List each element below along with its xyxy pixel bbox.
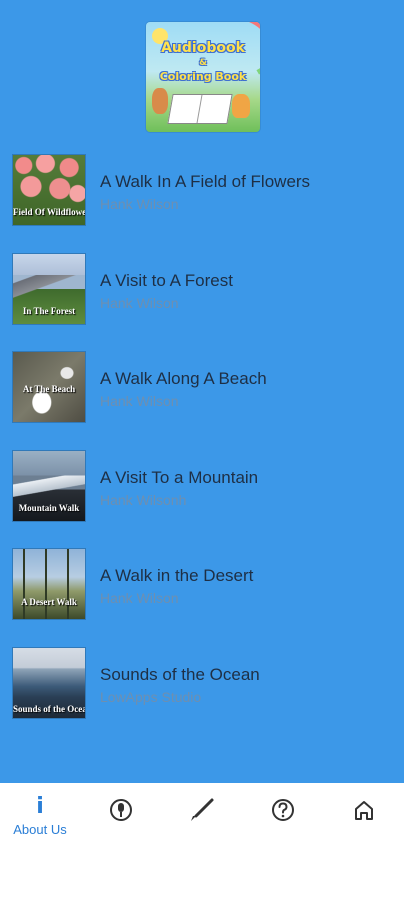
info-icon: i <box>36 794 44 819</box>
book-thumbnail: In The Forest <box>13 254 85 324</box>
book-author: LowApps Studio <box>100 689 202 705</box>
book-thumbnail: A Desert Walk <box>13 549 85 619</box>
app-logo: Audiobook & Coloring Book <box>146 22 260 132</box>
nav-home[interactable] <box>324 783 404 843</box>
logo-deer <box>152 88 168 114</box>
book-thumbnail: Sounds of the Ocean <box>13 648 85 718</box>
help-icon <box>243 797 323 823</box>
thumbnail-caption: At The Beach <box>22 384 76 394</box>
logo-title-line3: Coloring Book <box>159 70 247 83</box>
thumbnail-caption: Mountain Walk <box>18 503 80 513</box>
book-item-flowers[interactable]: Field Of Wildflowers A Walk In A Field o… <box>0 150 404 230</box>
book-title: A Visit To a Mountain <box>100 468 259 487</box>
book-item-forest[interactable]: In The Forest A Visit to A Forest Hank W… <box>0 249 404 329</box>
main-content: Audiobook & Coloring Book Field Of Wildf… <box>0 0 404 783</box>
book-author: Hank Wilson <box>100 196 179 212</box>
nav-about-us[interactable]: i About Us <box>0 783 80 843</box>
book-title: A Walk In A Field of Flowers <box>100 172 311 191</box>
book-item-desert[interactable]: A Desert Walk A Walk in the Desert Hank … <box>0 544 404 624</box>
book-thumbnail: At The Beach <box>13 352 85 422</box>
book-author: Hank Wilson <box>100 393 179 409</box>
logo-title-line1: Audiobook <box>161 40 245 56</box>
nav-help[interactable] <box>243 783 323 843</box>
logo-book <box>167 94 233 124</box>
logo-cat <box>232 94 250 118</box>
logo-title-line2: & <box>199 58 207 68</box>
book-author: Hank Wilson <box>100 590 179 606</box>
paintbrush-icon <box>162 797 242 823</box>
book-thumbnail: Mountain Walk <box>13 451 85 521</box>
nav-about-us-label: About Us <box>13 822 67 837</box>
book-author: Hank Wilson <box>100 295 179 311</box>
app-screen: Audiobook & Coloring Book Field Of Wildf… <box>0 0 404 900</box>
book-title: A Walk Along A Beach <box>100 369 267 388</box>
book-title: A Visit to A Forest <box>100 271 233 290</box>
thumbnail-caption: Field Of Wildflowers <box>13 207 85 217</box>
book-thumbnail: Field Of Wildflowers <box>13 155 85 225</box>
book-title: Sounds of the Ocean <box>100 665 260 684</box>
bottom-navigation: i About Us <box>0 783 404 843</box>
book-author: Hank Wilsonh <box>100 492 187 508</box>
book-title: A Walk in the Desert <box>100 566 254 585</box>
nav-audiobook[interactable] <box>81 783 161 843</box>
thumbnail-caption: In The Forest <box>22 306 76 316</box>
thumbnail-caption: A Desert Walk <box>21 597 77 607</box>
book-item-ocean[interactable]: Sounds of the Ocean Sounds of the Ocean … <box>0 643 404 723</box>
book-item-beach[interactable]: At The Beach A Walk Along A Beach Hank W… <box>0 347 404 427</box>
thumbnail-caption: Sounds of the Ocean <box>13 704 85 714</box>
book-item-mountain[interactable]: Mountain Walk A Visit To a Mountain Hank… <box>0 446 404 526</box>
home-icon <box>324 797 404 823</box>
nav-coloring[interactable] <box>162 783 242 843</box>
microphone-icon <box>81 797 161 823</box>
